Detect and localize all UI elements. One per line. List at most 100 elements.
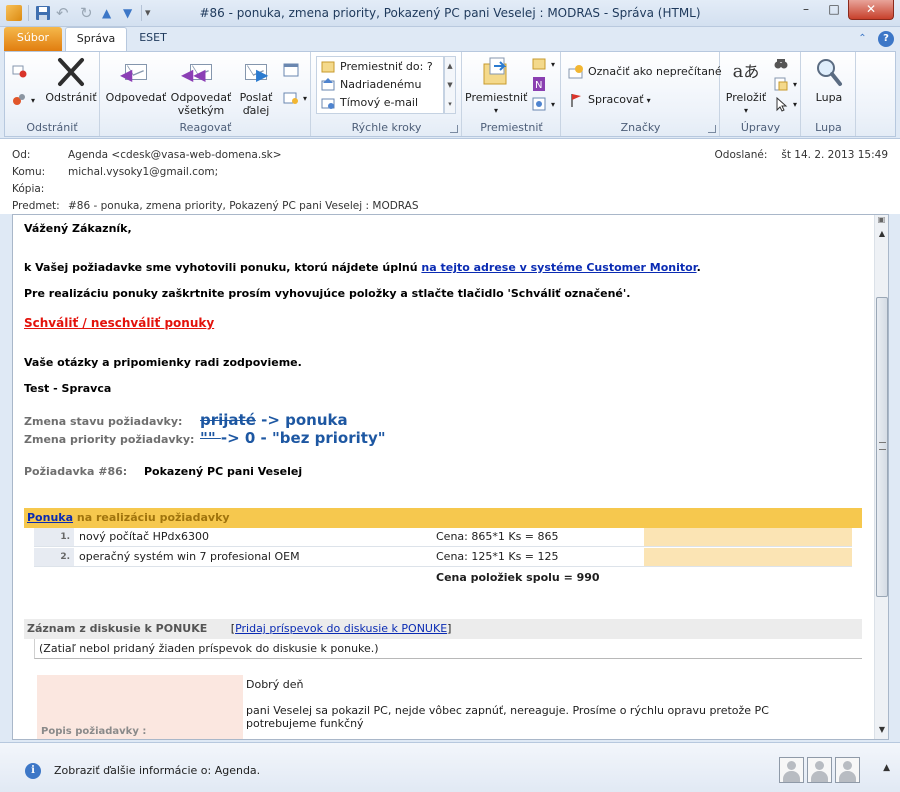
quick-step-label: Premiestniť do: ? bbox=[340, 60, 433, 73]
offer-link[interactable]: Ponuka bbox=[27, 511, 73, 524]
item-price: Cena: 125*1 Ks = 125 bbox=[436, 550, 559, 563]
ribbon-group-move: Premiestniť ▾ ▾ N ▾ Premiestniť bbox=[463, 52, 561, 136]
sent-value: št 14. 2. 2013 15:49 bbox=[781, 149, 888, 161]
avatar[interactable] bbox=[779, 757, 804, 783]
group-label-tags: Značky bbox=[620, 121, 661, 134]
scroll-down-icon[interactable]: ▼ bbox=[876, 723, 888, 737]
from-label: Od: bbox=[12, 149, 31, 161]
reply-all-label-1: Odpovedať bbox=[170, 91, 232, 104]
description-label-cell: Popis požiadavky : bbox=[37, 675, 243, 739]
vertical-scrollbar[interactable]: ▣ ▲ ▼ bbox=[874, 215, 888, 739]
scroll-thumb[interactable] bbox=[876, 297, 888, 597]
more-respond-button[interactable]: ▾ bbox=[283, 90, 307, 107]
quick-steps-scroll[interactable]: ▲ ▼ ▾ bbox=[444, 56, 456, 114]
reply-label: Odpovedať bbox=[105, 91, 167, 104]
meeting-button[interactable] bbox=[283, 62, 303, 78]
mark-unread-button[interactable]: Označiť ako neprečítané bbox=[568, 64, 722, 80]
delete-button[interactable]: Odstrániť bbox=[43, 56, 99, 104]
priority-change-value: "" -> 0 - "bez priority" bbox=[200, 429, 386, 447]
reading-pane-toggle-icon[interactable]: ▣ bbox=[875, 215, 888, 225]
select-button[interactable]: ▾ bbox=[773, 96, 797, 113]
message-body[interactable]: Vážený Zákazník, k Vašej požiadavke sme … bbox=[12, 214, 889, 740]
add-discussion-link[interactable]: Pridaj príspevok do diskusie k PONUKE bbox=[235, 622, 447, 635]
description-label: Popis požiadavky : bbox=[41, 726, 147, 737]
scroll-up-icon[interactable]: ▲ bbox=[876, 227, 888, 241]
translate-button[interactable]: aあ Preložiť ▾ bbox=[723, 56, 769, 117]
zoom-button[interactable]: Lupa bbox=[806, 56, 852, 104]
quick-step-team-email[interactable]: Tímový e-mail bbox=[320, 95, 418, 111]
delete-icon bbox=[55, 56, 87, 88]
approve-link[interactable]: Schváliť / neschváliť ponuky bbox=[24, 316, 214, 330]
close-button[interactable]: ✕ bbox=[848, 0, 894, 20]
avatar[interactable] bbox=[807, 757, 832, 783]
maximize-button[interactable]: □ bbox=[821, 0, 847, 20]
quick-step-move-to[interactable]: Premiestniť do: ? bbox=[320, 59, 433, 75]
minimize-ribbon-icon[interactable]: ⌃ bbox=[855, 31, 871, 47]
to-value[interactable]: michal.vysoky1@gmail.com; bbox=[68, 166, 218, 178]
offer-title: na realizáciu požiadavky bbox=[73, 511, 230, 524]
priority-change-label: Zmena priority požiadavky: bbox=[24, 433, 195, 446]
move-button[interactable]: Premiestniť ▾ bbox=[465, 56, 527, 117]
subject-value: #86 - ponuka, zmena priority, Pokazený P… bbox=[68, 200, 419, 212]
customer-monitor-link[interactable]: na tejto adrese v systéme Customer Monit… bbox=[421, 261, 696, 274]
offer-item-row: 1. nový počítač HPdx6300 Cena: 865*1 Ks … bbox=[34, 528, 852, 547]
item-approve-cell[interactable] bbox=[644, 528, 852, 546]
description-line-1: Dobrý deň bbox=[246, 678, 304, 691]
magnifier-icon bbox=[813, 56, 845, 88]
greeting: Vážený Zákazník, bbox=[24, 222, 132, 235]
forward-button[interactable]: ▶ Poslať ďalej bbox=[233, 56, 279, 117]
reply-button[interactable]: ◀ Odpovedať bbox=[105, 56, 167, 104]
item-approve-cell[interactable] bbox=[644, 548, 852, 566]
tab-file[interactable]: Súbor bbox=[4, 27, 62, 51]
questions: Vaše otázky a pripomienky radi zodpoviem… bbox=[24, 356, 302, 369]
onenote-button[interactable]: N bbox=[531, 76, 551, 92]
scroll-grip bbox=[879, 442, 886, 450]
help-icon[interactable]: ? bbox=[878, 31, 894, 47]
tab-message[interactable]: Správa bbox=[65, 27, 127, 52]
find-button[interactable] bbox=[773, 56, 793, 72]
status-change-label: Zmena stavu požiadavky: bbox=[24, 415, 183, 428]
group-label-editing: Úpravy bbox=[740, 121, 781, 134]
quick-step-manager[interactable]: Nadriadenému bbox=[320, 77, 421, 93]
discussion-title: Záznam z diskusie k PONUKE bbox=[27, 622, 208, 635]
reply-all-button[interactable]: ◀◀ Odpovedať všetkým bbox=[169, 56, 233, 117]
people-pane-bar: i Zobraziť ďalšie informácie o: Agenda. … bbox=[0, 742, 900, 792]
related-button[interactable]: ▾ bbox=[773, 76, 797, 93]
from-value[interactable]: Agenda <cdesk@vasa-web-domena.sk> bbox=[68, 149, 282, 161]
follow-up-button[interactable]: Spracovať ▾ bbox=[568, 92, 651, 109]
dropdown-arrow-icon: ▾ bbox=[493, 106, 498, 115]
reply-all-icon: ◀◀ bbox=[181, 56, 217, 88]
from-row: Od: Agenda <cdesk@vasa-web-domena.sk> bbox=[12, 149, 282, 161]
ribbon-tabs: Súbor Správa ESET ⌃ ? bbox=[0, 27, 900, 52]
to-label: Komu: bbox=[12, 166, 46, 178]
avatar[interactable] bbox=[835, 757, 860, 783]
reply-icon: ◀ bbox=[120, 56, 152, 88]
cc-row: Kópia: bbox=[12, 183, 68, 195]
ignore-button[interactable] bbox=[11, 62, 31, 78]
expand-people-pane-icon[interactable]: ▲ bbox=[883, 763, 890, 773]
sent-row: Odoslané: št 14. 2. 2013 15:49 bbox=[715, 149, 888, 161]
offer-item-row: 2. operačný systém win 7 profesional OEM… bbox=[34, 548, 852, 567]
status-change-value: prijaté -> ponuka bbox=[200, 411, 348, 429]
subject-label: Predmet: bbox=[12, 200, 60, 212]
cc-label: Kópia: bbox=[12, 183, 45, 195]
intro-text: k Vašej požiadavke sme vyhotovili ponuku… bbox=[24, 261, 422, 274]
ribbon-group-quick-steps: Premiestniť do: ? Nadriadenému Tímový e-… bbox=[312, 52, 462, 136]
actions-button[interactable]: ▾ bbox=[531, 96, 555, 113]
to-row: Komu: michal.vysoky1@gmail.com; bbox=[12, 166, 218, 178]
junk-button[interactable]: ▾ bbox=[11, 92, 35, 109]
delete-label: Odstrániť bbox=[45, 91, 97, 104]
people-info-text[interactable]: Zobraziť ďalšie informácie o: Agenda. bbox=[54, 764, 260, 777]
quick-step-label: Tímový e-mail bbox=[340, 96, 419, 109]
move-label: Premiestniť bbox=[465, 91, 528, 104]
minimize-button[interactable]: – bbox=[792, 0, 820, 20]
priority-old: "" bbox=[200, 429, 221, 447]
offer-header: Ponuka na realizáciu požiadavky bbox=[24, 508, 862, 528]
window-title: #86 - ponuka, zmena priority, Pokazený P… bbox=[199, 6, 701, 20]
svg-text:N: N bbox=[535, 80, 542, 91]
approve-paragraph: Schváliť / neschváliť ponuky bbox=[24, 316, 214, 330]
quick-steps-launcher-icon[interactable] bbox=[450, 125, 458, 133]
rules-button[interactable]: ▾ bbox=[531, 56, 555, 73]
tab-eset[interactable]: ESET bbox=[130, 27, 176, 51]
tags-launcher-icon[interactable] bbox=[708, 125, 716, 133]
